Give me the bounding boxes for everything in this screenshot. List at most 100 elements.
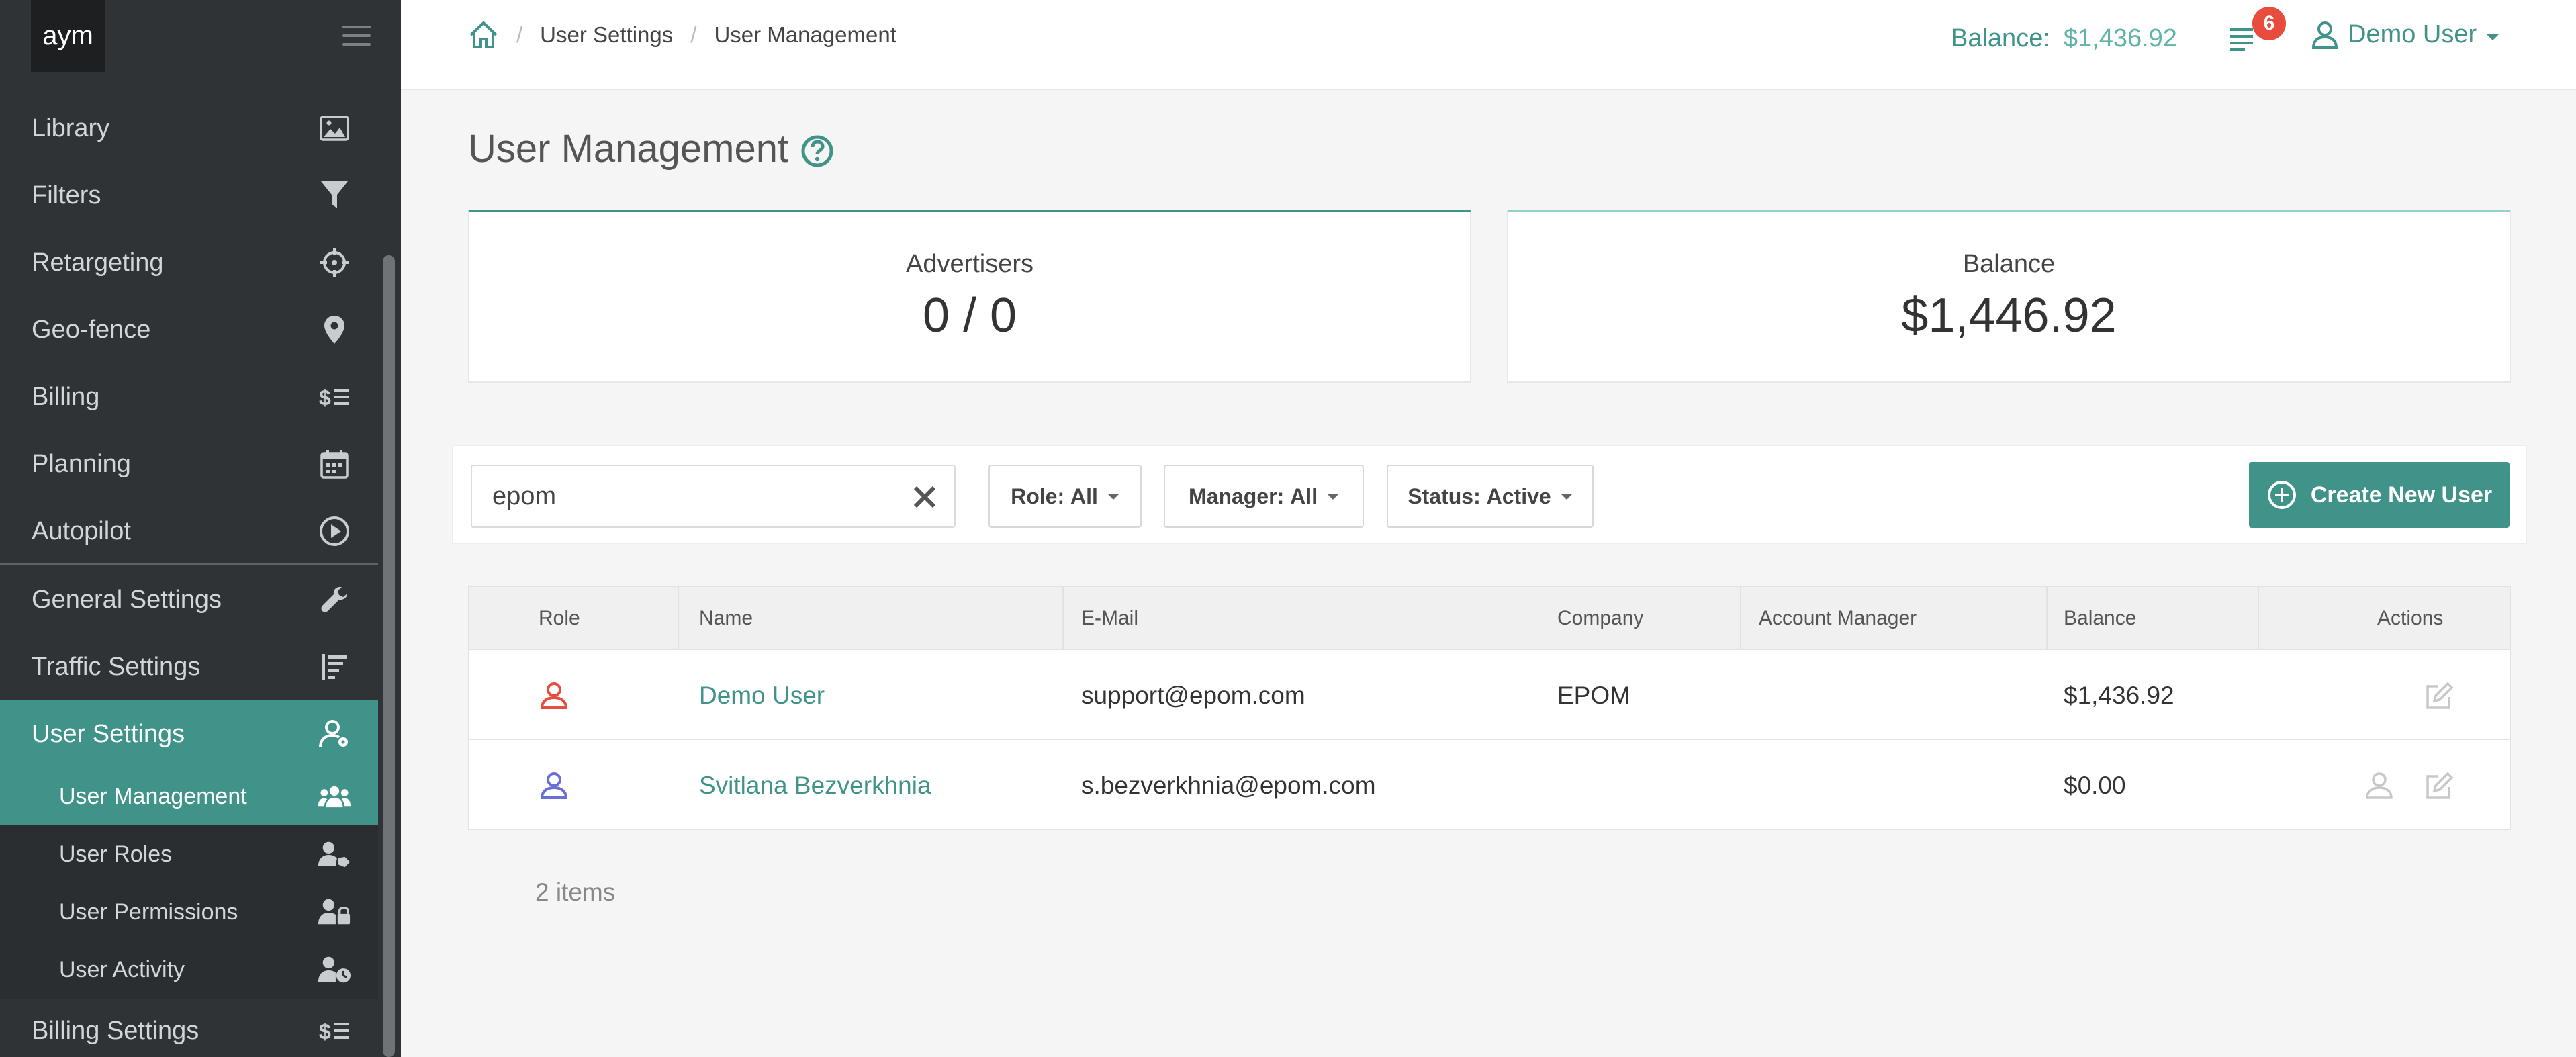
advertisers-card: Advertisers 0 / 0	[468, 210, 1471, 383]
column-divider	[1740, 587, 1741, 650]
map-pin-icon	[318, 313, 351, 347]
role-cell	[539, 651, 569, 740]
help-icon[interactable]	[800, 132, 834, 167]
sidebar-item-user-activity[interactable]: User Activity	[0, 941, 378, 999]
sidebar-item-user-permissions[interactable]: User Permissions	[0, 883, 378, 941]
breadcrumb-user-settings[interactable]: User Settings	[540, 22, 673, 48]
advertisers-label: Advertisers	[905, 250, 1034, 278]
header-balance: Balance: $1,436.92	[1951, 24, 2177, 53]
column-header-role[interactable]: Role	[539, 587, 580, 650]
play-circle-icon	[318, 514, 351, 548]
column-header-company[interactable]: Company	[1557, 587, 1643, 650]
user-balance: $1,436.92	[2064, 682, 2174, 709]
sidebar-item-autopilot[interactable]: Autopilot	[0, 498, 378, 565]
breadcrumb-separator: /	[690, 22, 697, 47]
sidebar-item-general-settings[interactable]: General Settings	[0, 566, 378, 633]
user-email: s.bezverkhnia@epom.com	[1081, 772, 1376, 799]
column-divider	[1062, 587, 1064, 650]
sidebar-item-user-settings[interactable]: User Settings	[0, 700, 378, 768]
sidebar-item-label: Traffic Settings	[32, 652, 201, 681]
create-new-user-button[interactable]: Create New User	[2249, 462, 2510, 528]
sidebar-item-user-roles[interactable]: User Roles	[0, 825, 378, 883]
column-header-account-manager[interactable]: Account Manager	[1759, 587, 1917, 650]
user-lock-icon	[318, 895, 351, 929]
column-header-actions: Actions	[2377, 607, 2444, 629]
user-email: support@epom.com	[1081, 682, 1305, 709]
edit-icon[interactable]	[2425, 651, 2454, 740]
sidebar-item-retargeting[interactable]: Retargeting	[0, 229, 378, 296]
home-icon[interactable]	[468, 20, 499, 50]
image-icon	[318, 111, 351, 145]
table-row: Svitlana Bezverkhnia s.bezverkhnia@epom.…	[469, 741, 2510, 830]
column-header-name[interactable]: Name	[699, 587, 753, 650]
edit-icon[interactable]	[2425, 741, 2454, 830]
chevron-down-icon	[1107, 493, 1119, 500]
users-group-icon	[318, 780, 351, 813]
sidebar-item-label: User Roles	[59, 841, 173, 867]
status-filter-prefix: Status:	[1408, 484, 1481, 508]
login-as-user-icon[interactable]	[2364, 741, 2394, 830]
sidebar-item-label: Billing	[32, 382, 100, 411]
sidebar-item-billing[interactable]: Billing $	[0, 363, 378, 430]
user-name-link[interactable]: Svitlana Bezverkhnia	[699, 741, 931, 830]
sidebar: aym Library Filters Retargeting Geo-fenc…	[0, 0, 401, 1057]
hamburger-menu-icon[interactable]	[342, 26, 371, 46]
column-divider	[2046, 587, 2048, 650]
svg-text:$: $	[319, 385, 331, 409]
calendar-icon	[318, 447, 351, 481]
balance-label: Balance:	[1951, 24, 2050, 52]
sidebar-item-filters[interactable]: Filters	[0, 162, 378, 229]
plus-circle-icon	[2267, 481, 2296, 509]
user-name-link[interactable]: Demo User	[699, 651, 825, 740]
role-filter-dropdown[interactable]: Role: All	[988, 465, 1142, 528]
user-icon	[2311, 21, 2338, 49]
clear-search-icon[interactable]	[913, 485, 937, 509]
filter-bar: Role: All Manager: All Status: Active Cr…	[452, 445, 2527, 544]
breadcrumb-user-management: User Management	[714, 22, 896, 47]
sidebar-item-label: User Activity	[59, 956, 185, 982]
breadcrumb-separator: /	[516, 22, 523, 47]
manager-filter-prefix: Manager:	[1188, 484, 1285, 508]
sidebar-item-billing-settings[interactable]: Billing Settings $	[0, 999, 378, 1057]
notifications-badge[interactable]: 6	[2252, 7, 2286, 40]
balance-card-value: $1,446.92	[1901, 289, 2117, 342]
page-title: User Management	[468, 126, 834, 171]
manager-filter-dropdown[interactable]: Manager: All	[1164, 465, 1364, 528]
manager-filter-value: All	[1290, 484, 1318, 508]
items-count: 2 items	[535, 878, 616, 906]
app-logo[interactable]: aym	[31, 0, 105, 72]
sidebar-item-label: Billing Settings	[32, 1016, 199, 1045]
sidebar-item-planning[interactable]: Planning	[0, 430, 378, 498]
sidebar-item-library[interactable]: Library	[0, 95, 378, 162]
role-filter-prefix: Role:	[1011, 484, 1065, 508]
user-role-icon	[540, 772, 568, 799]
advertisers-value: 0 / 0	[922, 289, 1017, 342]
sidebar-item-label: User Management	[59, 783, 247, 809]
chevron-down-icon	[2486, 33, 2500, 40]
sidebar-item-label: Filters	[32, 181, 101, 210]
sidebar-item-label: Geo-fence	[32, 315, 151, 344]
sort-lines-icon	[318, 650, 351, 684]
sidebar-item-geo-fence[interactable]: Geo-fence	[0, 296, 378, 363]
dollar-list-icon: $	[318, 1014, 351, 1048]
crosshair-icon	[318, 246, 351, 279]
sidebar-item-traffic-settings[interactable]: Traffic Settings	[0, 633, 378, 700]
column-header-balance[interactable]: Balance	[2064, 587, 2136, 650]
sidebar-item-label: Planning	[32, 449, 131, 478]
balance-value: $1,436.92	[2063, 24, 2177, 52]
sidebar-item-user-management[interactable]: User Management	[0, 768, 378, 825]
sidebar-scrollbar[interactable]	[383, 255, 395, 1057]
chevron-down-icon	[1560, 493, 1573, 500]
balance-card-label: Balance	[1962, 250, 2056, 278]
user-menu[interactable]: Demo User	[2311, 20, 2500, 49]
top-header: / User Settings / User Management Balanc…	[401, 0, 2576, 90]
chevron-down-icon	[1327, 493, 1340, 500]
status-filter-dropdown[interactable]: Status: Active	[1387, 465, 1594, 528]
column-divider	[678, 587, 679, 650]
dollar-list-icon: $	[318, 380, 351, 414]
sidebar-item-label: User Settings	[32, 719, 185, 748]
user-company: EPOM	[1557, 682, 1630, 709]
create-new-user-label: Create New User	[2310, 481, 2493, 508]
column-header-email[interactable]: E-Mail	[1081, 587, 1138, 650]
search-input[interactable]	[471, 465, 956, 528]
